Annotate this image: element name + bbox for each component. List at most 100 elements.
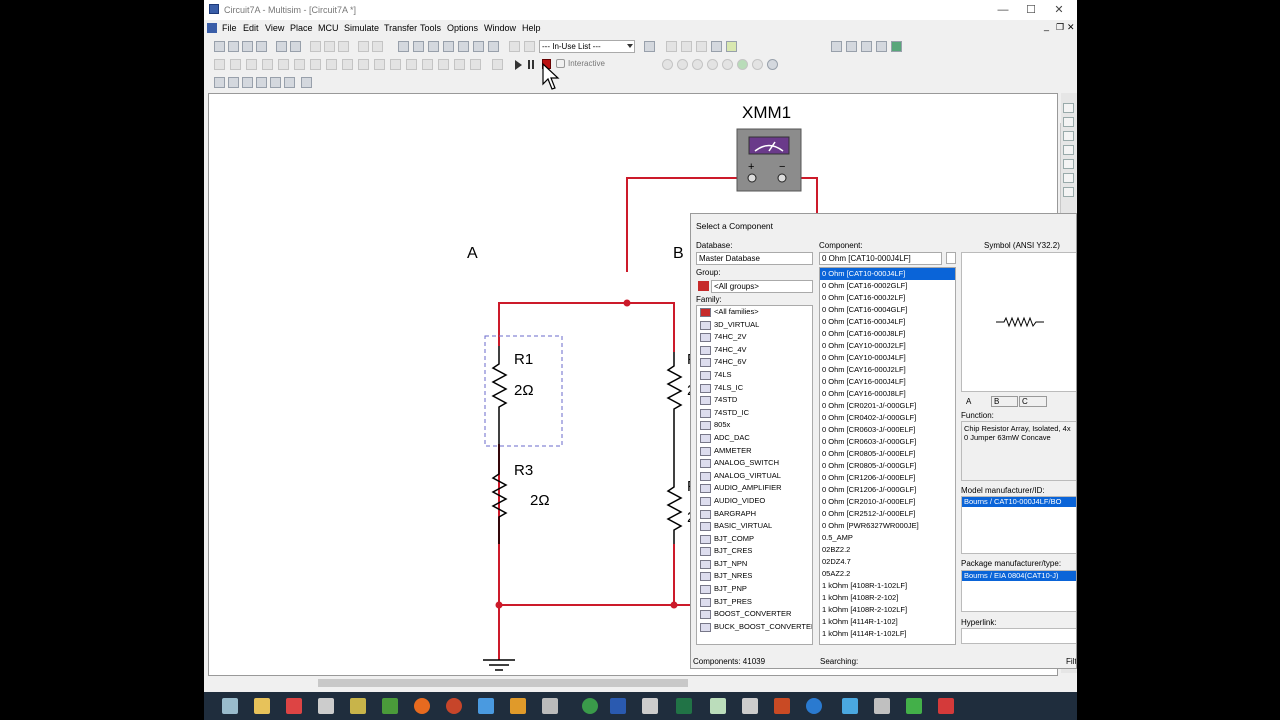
family-item[interactable]: ANALOG_VIRTUAL <box>697 470 812 483</box>
component-item[interactable]: 0 Ohm [CAY10-000J4LF] <box>820 352 955 364</box>
hyperlink-field[interactable] <box>961 628 1076 644</box>
component-item[interactable]: 0 Ohm [CAT16-000J8LF] <box>820 328 955 340</box>
annotate-icon[interactable] <box>696 41 707 52</box>
component-item[interactable]: 1 kOhm [4108R-2-102] <box>820 592 955 604</box>
component-item[interactable]: 0 Ohm [CR0201-J/-000GLF] <box>820 400 955 412</box>
word-icon[interactable] <box>610 698 626 714</box>
zoom-in-icon[interactable] <box>831 41 842 52</box>
family-item[interactable]: BJT_CRES <box>697 545 812 558</box>
instrument-counter-icon[interactable] <box>1063 173 1074 183</box>
place-mixed-icon[interactable] <box>342 59 353 70</box>
component-list[interactable]: 0 Ohm [CAT10-000J4LF] 0 Ohm [CAT16-0002GL… <box>819 267 956 645</box>
family-list[interactable]: <All families> 3D_VIRTUAL 74HC_2V 74HC_4V 74… <box>696 305 813 645</box>
family-item[interactable]: <All families> <box>697 306 812 319</box>
component-item[interactable]: 0 Ohm [CAY10-000J2LF] <box>820 340 955 352</box>
taskbar-app-3-icon[interactable] <box>286 698 302 714</box>
menu-simulate[interactable]: Simulate <box>344 23 379 33</box>
family-item[interactable]: BJT_NPN <box>697 558 812 571</box>
family-item[interactable]: 74LS_IC <box>697 382 812 395</box>
zoom-out-icon[interactable] <box>846 41 857 52</box>
taskbar-app-5-icon[interactable] <box>350 698 366 714</box>
component-item[interactable]: 1 kOhm [4108R-1-102LF] <box>820 580 955 592</box>
place-peripheral-icon[interactable] <box>406 59 417 70</box>
probe-diff-icon[interactable] <box>722 59 733 70</box>
probe-ref-icon[interactable] <box>737 59 748 70</box>
menu-mcu[interactable]: MCU <box>318 23 339 33</box>
package-item[interactable]: Bourns / EIA 0804(CAT10-J) <box>962 571 1076 581</box>
family-item[interactable]: AUDIO_AMPLIFIER <box>697 482 812 495</box>
transfer-icon[interactable] <box>509 41 520 52</box>
erc-icon[interactable] <box>473 41 484 52</box>
menu-edit[interactable]: Edit <box>243 23 259 33</box>
component-item[interactable]: 0.5_AMP <box>820 532 955 544</box>
component-item[interactable]: 1 kOhm [4108R-2-102LF] <box>820 604 955 616</box>
backannotate-icon[interactable] <box>524 41 535 52</box>
database-dropdown[interactable]: Master Database <box>696 252 813 265</box>
place-ttl-icon[interactable] <box>294 59 305 70</box>
family-item[interactable]: BOOST_CONVERTER <box>697 608 812 621</box>
place-source-icon[interactable] <box>214 59 225 70</box>
place-analog-icon[interactable] <box>278 59 289 70</box>
taskbar-app-17-icon[interactable] <box>742 698 758 714</box>
probe-icon[interactable] <box>662 59 673 70</box>
place-connector-icon[interactable] <box>470 59 481 70</box>
excel-icon[interactable] <box>676 698 692 714</box>
component-item[interactable]: 0 Ohm [CR2010-J/-000ELF] <box>820 496 955 508</box>
layout-3-icon[interactable] <box>242 77 253 88</box>
close-button[interactable]: ✕ <box>1045 2 1073 18</box>
component-wizard-icon[interactable] <box>644 41 655 52</box>
firefox-icon[interactable] <box>414 698 430 714</box>
horizontal-scrollbar[interactable] <box>208 677 1058 689</box>
probe-settings-icon[interactable] <box>767 59 778 70</box>
menu-transfer[interactable]: Transfer <box>384 23 417 33</box>
component-item[interactable]: 0 Ohm [CAT16-000J2LF] <box>820 292 955 304</box>
menu-help[interactable]: Help <box>522 23 541 33</box>
menu-view[interactable]: View <box>265 23 284 33</box>
zoom-sheet-icon[interactable] <box>876 41 887 52</box>
family-item[interactable]: BARGRAPH <box>697 508 812 521</box>
view-toggle-icon[interactable] <box>398 41 409 52</box>
help-icon[interactable] <box>726 41 737 52</box>
taskbar-app-10-icon[interactable] <box>510 698 526 714</box>
database-icon[interactable] <box>443 41 454 52</box>
family-item[interactable]: BUCK_BOOST_CONVERTER <box>697 621 812 634</box>
taskbar-app-8-icon[interactable] <box>446 698 462 714</box>
family-item[interactable]: ADC_DAC <box>697 432 812 445</box>
layout-4-icon[interactable] <box>256 77 267 88</box>
mdi-minimize-button[interactable]: _ <box>1044 21 1049 31</box>
taskbar-app-24-icon[interactable] <box>938 698 954 714</box>
zoom-area-icon[interactable] <box>861 41 872 52</box>
family-item[interactable]: BJT_NRES <box>697 570 812 583</box>
filter-icon[interactable] <box>946 252 956 264</box>
component-item[interactable]: 0 Ohm [CR0603-J/-000ELF] <box>820 424 955 436</box>
probe-digital-icon[interactable] <box>752 59 763 70</box>
menu-window[interactable]: Window <box>484 23 516 33</box>
layout-6-icon[interactable] <box>284 77 295 88</box>
component-item[interactable]: 0 Ohm [CR1206-J/-000GLF] <box>820 484 955 496</box>
taskbar-app-1-icon[interactable] <box>222 698 238 714</box>
family-item[interactable]: 74STD_IC <box>697 407 812 420</box>
symbol-tab-c[interactable]: C <box>1019 396 1047 407</box>
layout-1-icon[interactable] <box>214 77 225 88</box>
search-icon[interactable] <box>711 41 722 52</box>
component-item[interactable]: 02BZ2.2 <box>820 544 955 556</box>
component-item[interactable]: 0 Ohm [CAY16-000J8LF] <box>820 388 955 400</box>
taskbar-app-4-icon[interactable] <box>318 698 334 714</box>
chrome-icon[interactable] <box>582 698 598 714</box>
layout-2-icon[interactable] <box>228 77 239 88</box>
family-item[interactable]: 74HC_6V <box>697 356 812 369</box>
open-icon[interactable] <box>228 41 239 52</box>
instrument-wattmeter-icon[interactable] <box>1063 131 1074 141</box>
family-item[interactable]: 805x <box>697 419 812 432</box>
component-item[interactable]: 0 Ohm [CR0805-J/-000GLF] <box>820 460 955 472</box>
component-item[interactable]: 0 Ohm [CR1206-J/-000ELF] <box>820 472 955 484</box>
package-list[interactable]: Bourns / EIA 0804(CAT10-J) <box>961 570 1076 612</box>
component-item[interactable]: 0 Ohm [CAY16-000J2LF] <box>820 364 955 376</box>
place-misc-digital-icon[interactable] <box>326 59 337 70</box>
place-indicator-icon[interactable] <box>358 59 369 70</box>
taskbar-app-6-icon[interactable] <box>382 698 398 714</box>
new-icon[interactable] <box>214 41 225 52</box>
back-icon[interactable] <box>681 41 692 52</box>
place-electromech-icon[interactable] <box>438 59 449 70</box>
symbol-tab-a[interactable]: A <box>966 397 971 406</box>
